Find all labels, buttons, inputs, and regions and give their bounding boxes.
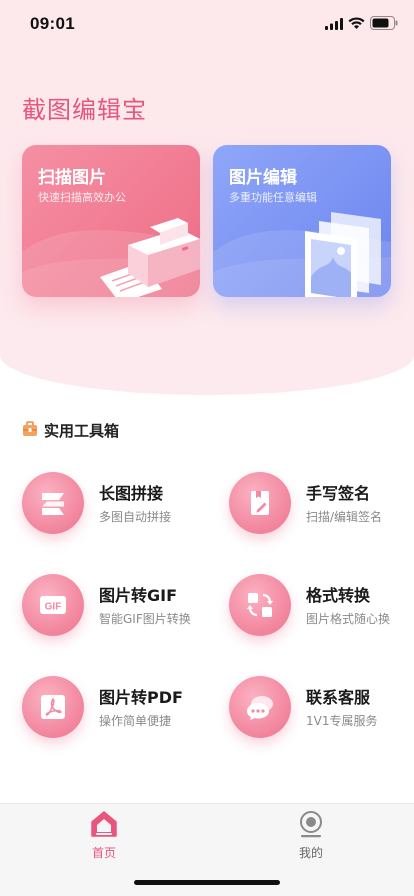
app-title: 截图编辑宝 (22, 96, 147, 124)
tool-title: 手写签名 (306, 484, 371, 503)
stitch-icon (42, 493, 64, 515)
toolbox-title: 实用工具箱 (44, 422, 120, 440)
image-stack-illustration-icon (305, 212, 381, 297)
edit-card-subtitle: 多重功能任意编辑 (229, 191, 317, 204)
toolbox-icon (23, 421, 37, 436)
pdf-icon (41, 695, 65, 719)
scan-card-title: 扫描图片 (38, 168, 106, 188)
tool-icon-circle: GIF (22, 574, 84, 636)
status-bar: 09:01 (0, 0, 414, 48)
tool-icon-circle (22, 472, 84, 534)
tool-format-convert[interactable]: 格式转换 图片格式随心换 (229, 574, 414, 644)
tool-title: 图片转GIF (99, 586, 178, 605)
tool-title: 图片转PDF (99, 688, 183, 707)
status-time: 09:01 (30, 14, 75, 33)
tool-subtitle: 操作简单便捷 (99, 714, 172, 728)
tool-title: 长图拼接 (99, 484, 164, 503)
home-indicator (134, 880, 280, 885)
tab-mine-label: 我的 (298, 846, 323, 860)
tool-image-to-gif[interactable]: GIF 图片转GIF 智能GIF图片转换 (22, 574, 212, 644)
tool-subtitle: 图片格式随心换 (306, 612, 391, 626)
edit-image-card[interactable]: 图片编辑 多重功能任意编辑 (213, 145, 391, 297)
tool-icon-circle (22, 676, 84, 738)
tab-mine[interactable]: 我的 (271, 804, 351, 864)
profile-icon (300, 811, 322, 838)
printer-illustration-icon (100, 218, 200, 297)
edit-card-title: 图片编辑 (229, 168, 297, 188)
format-convert-icon (247, 593, 273, 617)
tool-contact-support[interactable]: 联系客服 1V1专属服务 (229, 676, 414, 746)
cellular-signal-icon (325, 18, 343, 30)
gif-icon: GIF (40, 596, 66, 614)
tool-long-image-stitch[interactable]: 长图拼接 多图自动拼接 (22, 472, 212, 542)
chat-icon (247, 696, 273, 720)
tab-home-label: 首页 (91, 846, 116, 860)
scan-card-subtitle: 快速扫描高效办公 (38, 191, 126, 204)
tool-subtitle: 1V1专属服务 (306, 714, 378, 728)
tool-title: 格式转换 (306, 586, 371, 605)
gif-icon-text: GIF (45, 602, 62, 613)
tool-icon-circle (229, 574, 291, 636)
wifi-icon (348, 17, 365, 29)
tool-handwritten-signature[interactable]: 手写签名 扫描/编辑签名 (229, 472, 414, 542)
battery-icon (370, 16, 398, 30)
tool-subtitle: 智能GIF图片转换 (99, 612, 191, 626)
tool-title: 联系客服 (306, 688, 371, 707)
tool-subtitle: 多图自动拼接 (99, 510, 172, 524)
tool-icon-circle (229, 472, 291, 534)
tool-image-to-pdf[interactable]: 图片转PDF 操作简单便捷 (22, 676, 212, 746)
scan-image-card[interactable]: 扫描图片 快速扫描高效办公 (22, 145, 200, 297)
tool-icon-circle (229, 676, 291, 738)
signature-icon (251, 491, 269, 515)
tool-subtitle: 扫描/编辑签名 (306, 510, 383, 524)
home-icon (91, 811, 117, 837)
tab-home[interactable]: 首页 (64, 804, 144, 864)
